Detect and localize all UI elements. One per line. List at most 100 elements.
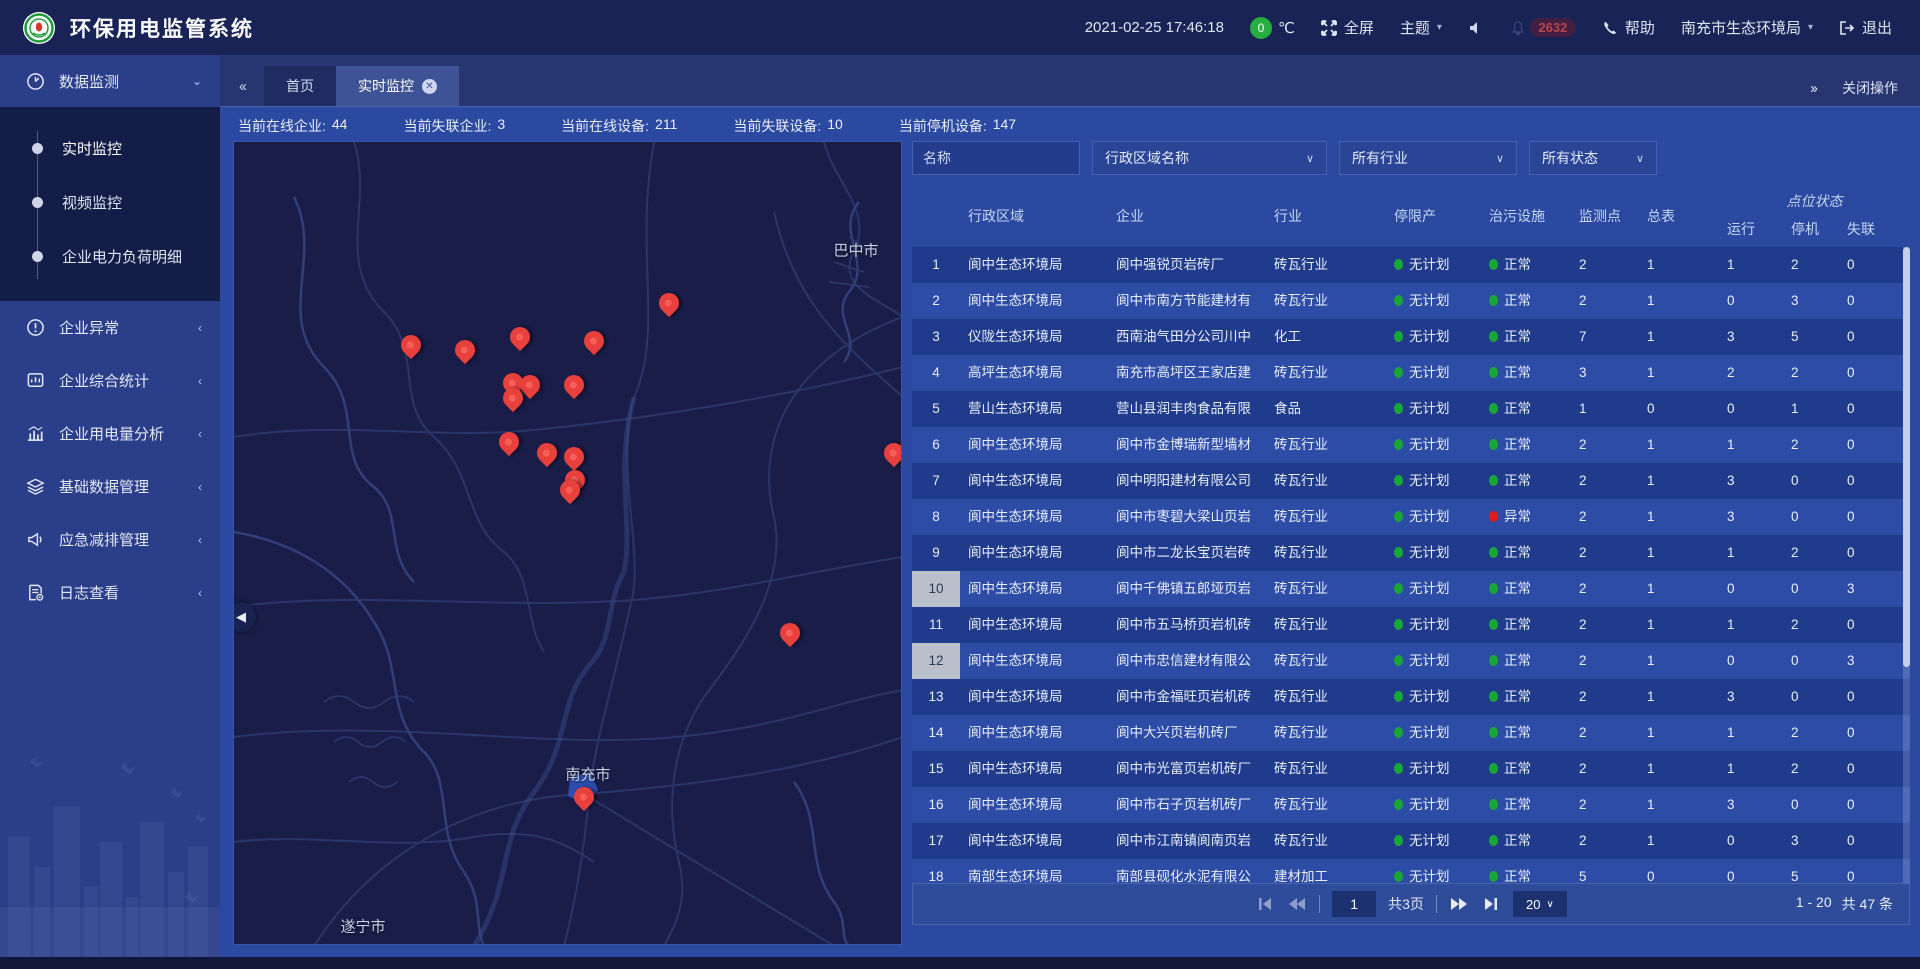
- mute-button[interactable]: [1468, 20, 1484, 36]
- table-row[interactable]: 12阆中生态环境局阆中市忠信建材有限公砖瓦行业无计划正常21003: [912, 643, 1910, 679]
- cell-index: 9: [912, 535, 960, 571]
- sidebar-item-video-monitor[interactable]: 视频监控: [0, 175, 220, 229]
- cell-index: 7: [912, 463, 960, 499]
- table-row[interactable]: 14阆中生态环境局阆中大兴页岩机砖厂砖瓦行业无计划正常21120: [912, 715, 1910, 751]
- table-row[interactable]: 17阆中生态环境局阆中市江南镇阆南页岩砖瓦行业无计划正常21030: [912, 823, 1910, 859]
- stat-label: 当前失联企业:: [403, 116, 491, 136]
- tab-scroll-right-button[interactable]: ››: [1810, 80, 1816, 97]
- table-row[interactable]: 8阆中生态环境局阆中市枣碧大梁山页岩砖瓦行业无计划异常21300: [912, 499, 1910, 535]
- chevron-down-icon: ∨: [1546, 899, 1553, 910]
- sidebar-item-data-monitor[interactable]: 数据监测 ⌄: [0, 55, 220, 107]
- next-page-button[interactable]: [1449, 894, 1469, 914]
- industry-select[interactable]: 所有行业 ∨: [1339, 141, 1517, 175]
- table-row[interactable]: 5营山生态环境局营山县润丰肉食品有限食品无计划正常10010: [912, 391, 1910, 427]
- green-dot-icon: [1394, 547, 1403, 558]
- map-panel[interactable]: 巴中市南充市遂宁市◀: [233, 141, 902, 945]
- green-dot-icon: [1489, 367, 1498, 378]
- region-select[interactable]: 行政区域名称 ∨: [1092, 141, 1327, 175]
- table-row[interactable]: 4高坪生态环境局南充市高坪区王家店建砖瓦行业无计划正常31220: [912, 355, 1910, 391]
- org-dropdown[interactable]: 南充市生态环境局 ▾: [1681, 17, 1813, 38]
- cell-stop-status: 无计划: [1386, 355, 1481, 391]
- table-row[interactable]: 6阆中生态环境局阆中市金博瑞新型墙材砖瓦行业无计划正常21120: [912, 427, 1910, 463]
- sidebar-item-log-view[interactable]: 日志查看 ‹: [0, 566, 220, 619]
- close-icon[interactable]: ✕: [422, 79, 437, 94]
- cell-run-count: 3: [1719, 787, 1783, 823]
- cell-stop-status: 无计划: [1386, 823, 1481, 859]
- chevron-down-icon: ▾: [1808, 22, 1813, 33]
- cell-company: 阆中市南方节能建材有: [1108, 283, 1266, 319]
- stat-value: 3: [497, 116, 505, 136]
- table-row[interactable]: 3仪陇生态环境局西南油气田分公司川中化工无计划正常71350: [912, 319, 1910, 355]
- sidebar-item-power-analysis[interactable]: 企业用电量分析 ‹: [0, 407, 220, 460]
- cell-stop-status: 无计划: [1386, 859, 1481, 883]
- cell-index: 4: [912, 355, 960, 391]
- filter-bar: 行政区域名称 ∨ 所有行业 ∨ 所有状态 ∨: [912, 141, 1910, 177]
- prev-page-button[interactable]: [1287, 894, 1307, 914]
- cell-company: 阆中市忠信建材有限公: [1108, 643, 1266, 679]
- col-header-monitor: 监测点: [1571, 206, 1639, 226]
- tab-realtime-monitor[interactable]: 实时监控 ✕: [336, 66, 459, 106]
- help-button[interactable]: 帮助: [1602, 17, 1655, 38]
- cell-lost-count: 0: [1839, 499, 1910, 535]
- page-size-select[interactable]: 20 ∨: [1513, 891, 1567, 917]
- table-row[interactable]: 2阆中生态环境局阆中市南方节能建材有砖瓦行业无计划正常21030: [912, 283, 1910, 319]
- sidebar-item-enterprise-abnormal[interactable]: 企业异常 ‹: [0, 301, 220, 354]
- table-row[interactable]: 13阆中生态环境局阆中市金福旺页岩机砖砖瓦行业无计划正常21300: [912, 679, 1910, 715]
- cell-halt-count: 2: [1783, 355, 1839, 391]
- table-scrollbar[interactable]: [1903, 247, 1910, 883]
- green-dot-icon: [1489, 403, 1498, 414]
- table-row[interactable]: 15阆中生态环境局阆中市光富页岩机砖厂砖瓦行业无计划正常21120: [912, 751, 1910, 787]
- sidebar-item-enterprise-statistics[interactable]: 企业综合统计 ‹: [0, 354, 220, 407]
- cell-index: 3: [912, 319, 960, 355]
- sidebar-item-emergency-reduction[interactable]: 应急减排管理 ‹: [0, 513, 220, 566]
- sidebar-item-power-load-detail[interactable]: 企业电力负荷明细: [0, 229, 220, 283]
- status-select[interactable]: 所有状态 ∨: [1529, 141, 1657, 175]
- cell-halt-count: 5: [1783, 859, 1839, 883]
- submenu-dot-icon: [32, 197, 43, 208]
- col-header-total: 总表: [1639, 206, 1719, 226]
- cell-total-meter: 1: [1639, 823, 1719, 859]
- cell-halt-count: 0: [1783, 499, 1839, 535]
- notifications-button[interactable]: 2632: [1510, 18, 1576, 37]
- last-page-button[interactable]: [1481, 894, 1501, 914]
- cell-monitor-count: 2: [1571, 751, 1639, 787]
- scrollbar-thumb[interactable]: [1903, 247, 1910, 667]
- close-operations-button[interactable]: 关闭操作: [1842, 78, 1898, 98]
- cell-facility-status: 正常: [1481, 715, 1571, 751]
- cell-company: 阆中市金福旺页岩机砖: [1108, 679, 1266, 715]
- theme-dropdown[interactable]: 主题 ▾: [1400, 17, 1442, 38]
- tab-scroll-left-button[interactable]: ‹‹: [220, 66, 264, 106]
- bell-icon: [1510, 20, 1526, 36]
- cell-company: 阆中市枣碧大梁山页岩: [1108, 499, 1266, 535]
- cell-lost-count: 3: [1839, 643, 1910, 679]
- stat-online-enterprises: 当前在线企业: 44: [238, 116, 347, 136]
- page-number-input[interactable]: 1: [1332, 891, 1376, 917]
- table-row[interactable]: 1阆中生态环境局阆中强锐页岩砖厂砖瓦行业无计划正常21120: [912, 247, 1910, 283]
- green-dot-icon: [1394, 259, 1403, 270]
- cell-region: 阆中生态环境局: [960, 463, 1108, 499]
- cell-total-meter: 0: [1639, 391, 1719, 427]
- cell-total-meter: 1: [1639, 355, 1719, 391]
- table-row[interactable]: 7阆中生态环境局阆中明阳建材有限公司砖瓦行业无计划正常21300: [912, 463, 1910, 499]
- name-search-input[interactable]: [912, 141, 1080, 175]
- sidebar-item-base-data[interactable]: 基础数据管理 ‹: [0, 460, 220, 513]
- tab-home[interactable]: 首页: [264, 66, 336, 106]
- logout-button[interactable]: 退出: [1839, 17, 1892, 38]
- cell-monitor-count: 2: [1571, 787, 1639, 823]
- table-row[interactable]: 18南部生态环境局南部县砚化水泥有限公建材加工无计划正常50050: [912, 859, 1910, 883]
- cell-stop-status: 无计划: [1386, 679, 1481, 715]
- app-title: 环保用电监管系统: [70, 13, 254, 43]
- first-page-button[interactable]: [1255, 894, 1275, 914]
- fullscreen-button[interactable]: 全屏: [1321, 17, 1374, 38]
- table-row[interactable]: 10阆中生态环境局阆中千佛镇五郎垭页岩砖瓦行业无计划正常21003: [912, 571, 1910, 607]
- table-row[interactable]: 11阆中生态环境局阆中市五马桥页岩机砖砖瓦行业无计划正常21120: [912, 607, 1910, 643]
- double-chevron-left-icon: ‹‹: [239, 78, 245, 95]
- cell-halt-count: 2: [1783, 535, 1839, 571]
- cell-monitor-count: 5: [1571, 859, 1639, 883]
- table-row[interactable]: 16阆中生态环境局阆中市石子页岩机砖厂砖瓦行业无计划正常21300: [912, 787, 1910, 823]
- sidebar-item-realtime-monitor[interactable]: 实时监控: [0, 121, 220, 175]
- table-row[interactable]: 9阆中生态环境局阆中市二龙长宝页岩砖砖瓦行业无计划正常21120: [912, 535, 1910, 571]
- chevron-left-icon: ‹: [198, 480, 202, 494]
- green-dot-icon: [1394, 655, 1403, 666]
- cell-stop-status: 无计划: [1386, 715, 1481, 751]
